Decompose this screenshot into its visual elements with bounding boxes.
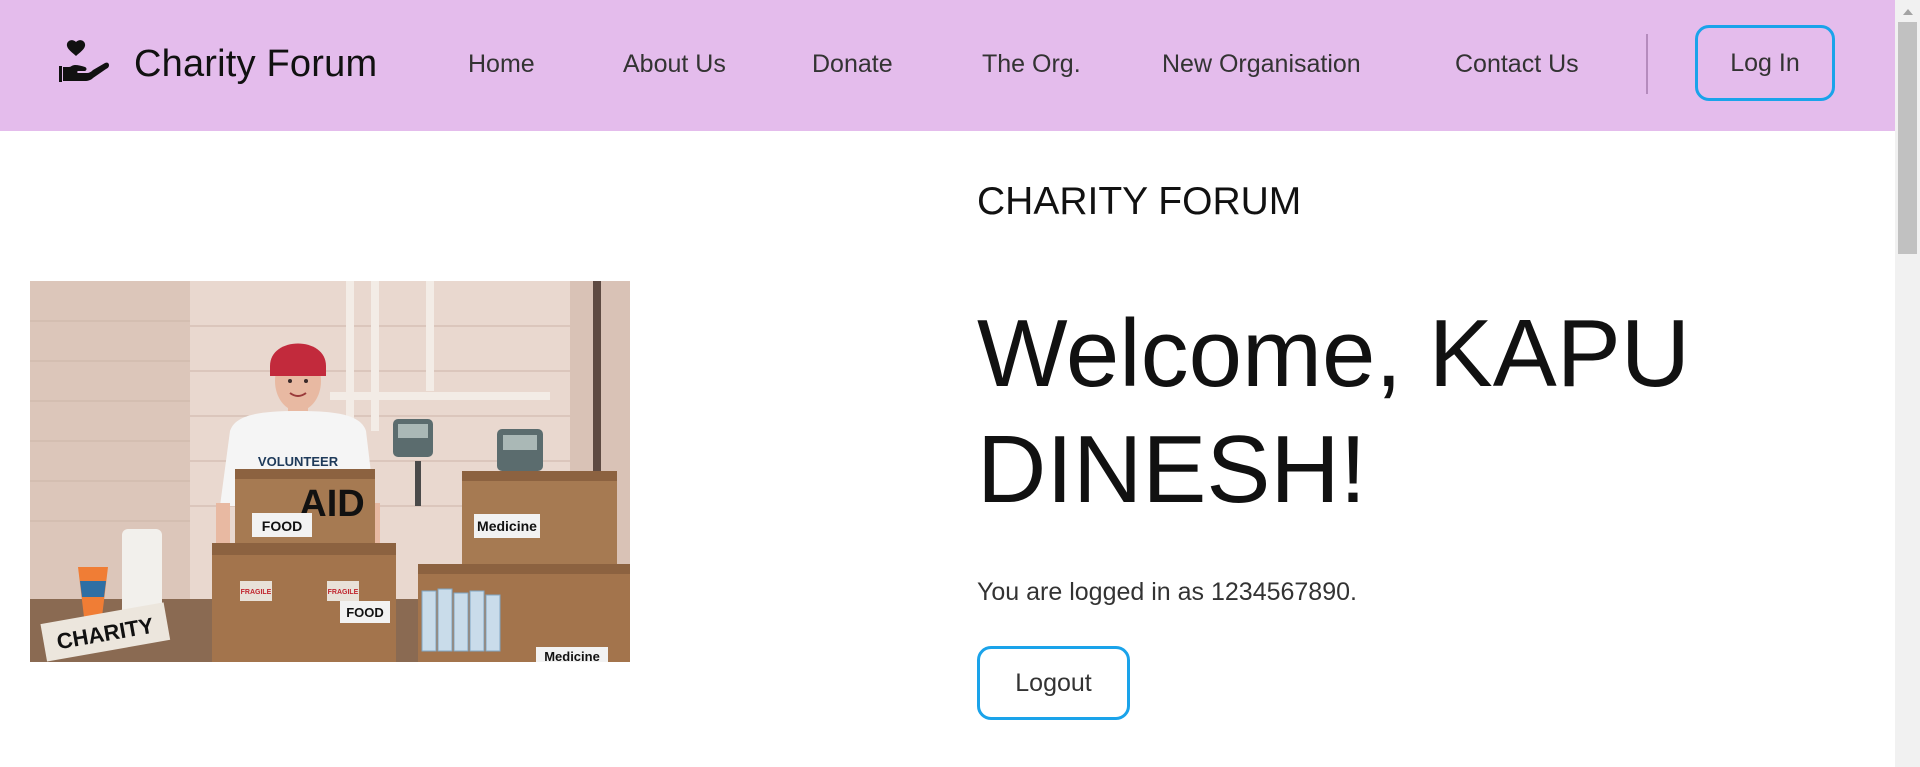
welcome-heading: Welcome, KAPU DINESH!: [977, 300, 1691, 523]
scroll-up-arrow-icon[interactable]: [1895, 0, 1920, 22]
nav-contact-us[interactable]: Contact Us: [1455, 48, 1579, 80]
fragile-label-1: FRAGILE: [241, 589, 272, 596]
food-label-2: FOOD: [346, 605, 384, 620]
nav-the-org[interactable]: The Org.: [982, 48, 1081, 80]
fragile-label-2: FRAGILE: [328, 589, 359, 596]
nav-divider: [1646, 34, 1648, 94]
logged-in-status: You are logged in as 1234567890.: [977, 578, 1357, 606]
nav-new-organisation[interactable]: New Organisation: [1162, 48, 1361, 80]
logout-button[interactable]: Logout: [977, 646, 1130, 720]
medicine-label-1: Medicine: [477, 518, 537, 534]
navbar: Charity Forum Home About Us Donate The O…: [0, 0, 1895, 131]
brand-link[interactable]: Charity Forum: [58, 34, 377, 94]
login-button[interactable]: Log In: [1695, 25, 1835, 101]
volunteer-boxes-illustration: VOLUNTEER AID FOOD FRAGILE FRAGILE FOOD: [30, 281, 630, 662]
nav-home[interactable]: Home: [468, 48, 535, 80]
medicine-label-2: Medicine: [544, 649, 600, 662]
vertical-scrollbar[interactable]: [1895, 0, 1920, 767]
site-title: CHARITY FORUM: [977, 180, 1302, 223]
scroll-thumb[interactable]: [1898, 22, 1917, 254]
volunteer-shirt-text: VOLUNTEER: [258, 454, 339, 469]
food-label-1: FOOD: [262, 518, 302, 534]
heart-hand-icon: [59, 40, 109, 82]
nav-about-us[interactable]: About Us: [623, 48, 726, 80]
hero-photo: VOLUNTEER AID FOOD FRAGILE FRAGILE FOOD: [30, 281, 630, 662]
nav-donate[interactable]: Donate: [812, 48, 893, 80]
brand-name: Charity Forum: [134, 42, 378, 85]
browser-viewport: Charity Forum Home About Us Donate The O…: [0, 0, 1920, 767]
page: Charity Forum Home About Us Donate The O…: [0, 0, 1895, 767]
